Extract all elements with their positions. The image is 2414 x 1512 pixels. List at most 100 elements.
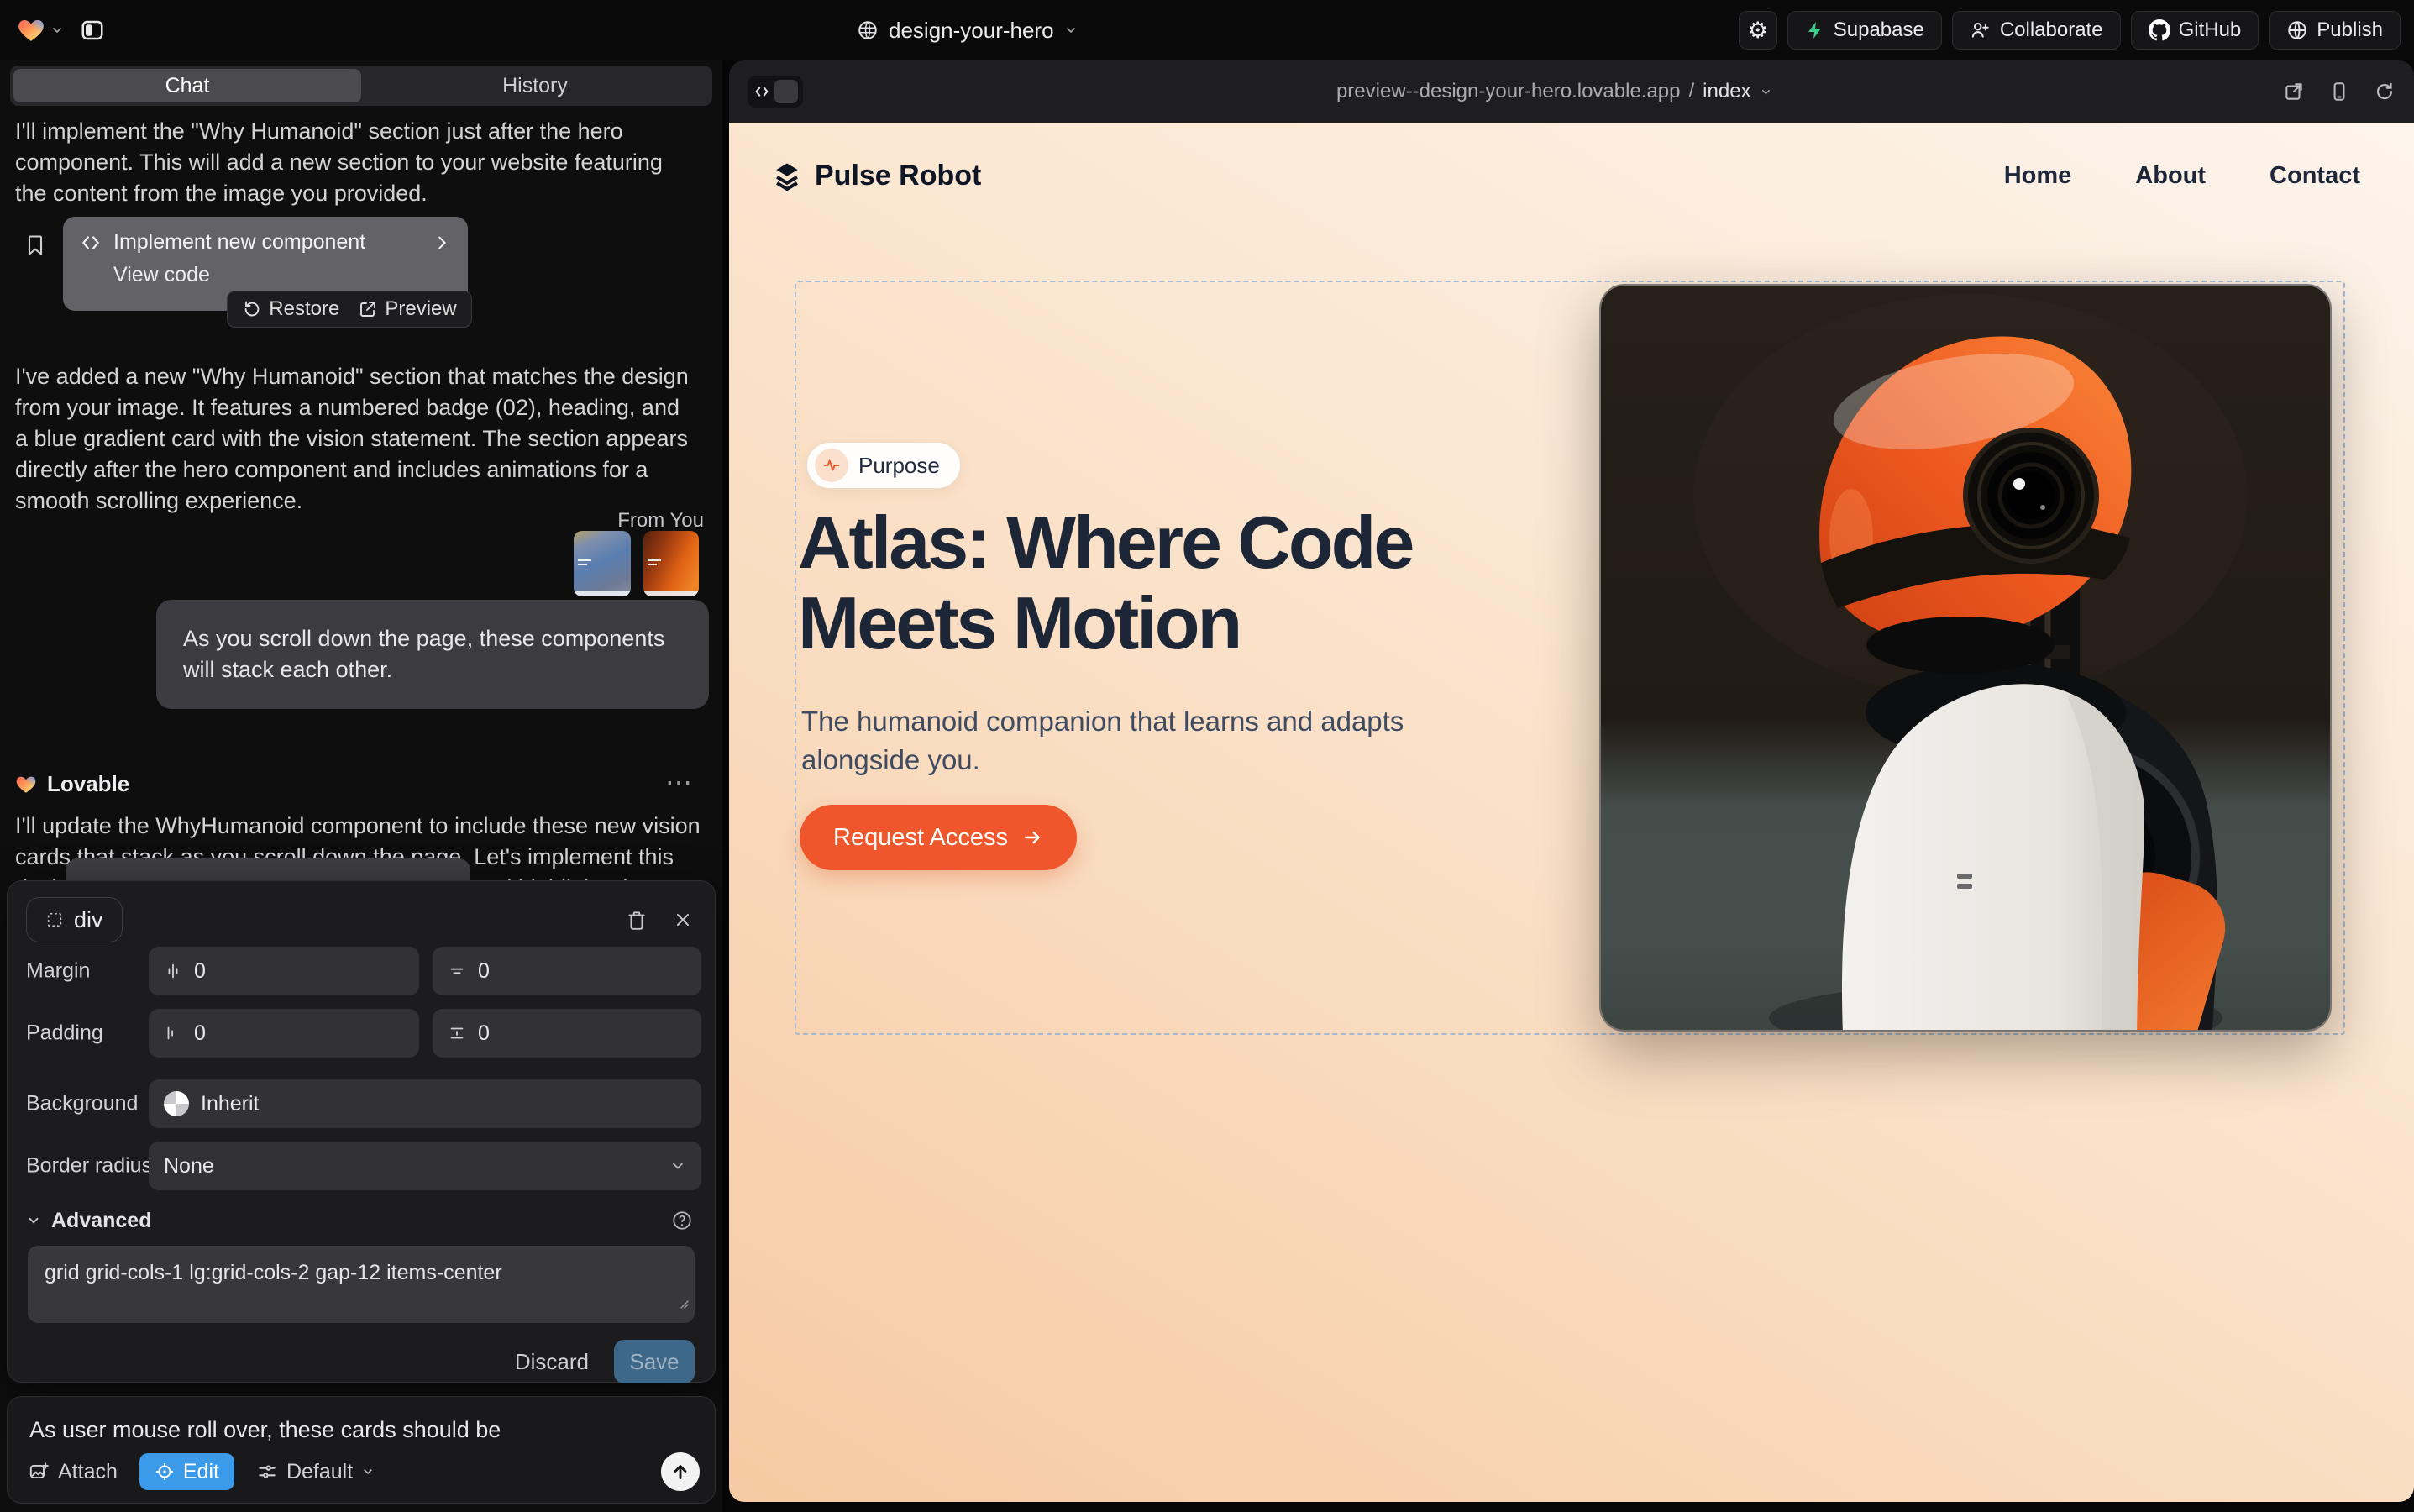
- preview-url: preview--design-your-hero.lovable.app: [1336, 80, 1681, 103]
- project-globe-icon: [857, 19, 879, 41]
- padding-x-icon: [164, 1024, 182, 1042]
- chevron-down-icon: [1760, 86, 1772, 98]
- attach-image-icon: [28, 1461, 50, 1483]
- background-input[interactable]: Inherit: [149, 1079, 701, 1128]
- bookmark-icon[interactable]: [24, 234, 47, 257]
- code-view-toggle[interactable]: [748, 76, 803, 108]
- padding-y-icon: [448, 1024, 466, 1042]
- transparency-swatch-icon: [164, 1091, 189, 1116]
- padding-x-input[interactable]: 0: [149, 1009, 419, 1058]
- lovable-logo-menu[interactable]: [13, 13, 67, 48]
- chevron-down-icon: [361, 1465, 375, 1478]
- preview-button[interactable]: Preview: [358, 297, 456, 321]
- border-radius-label: Border radius: [26, 1154, 152, 1179]
- chat-composer: As user mouse roll over, these cards sho…: [7, 1396, 716, 1504]
- add-user-icon: [1970, 19, 1992, 41]
- hero-robot-image: [1599, 284, 2332, 1032]
- margin-y-input[interactable]: 0: [433, 947, 701, 995]
- gear-icon: ⚙: [1748, 18, 1768, 44]
- help-icon[interactable]: [671, 1210, 693, 1231]
- chevron-right-icon: [433, 234, 451, 252]
- github-button[interactable]: GitHub: [2131, 11, 2259, 50]
- top-bar: design-your-hero ⚙ Supabase Collaborate …: [0, 0, 2414, 60]
- github-icon: [2149, 19, 2170, 41]
- supabase-button[interactable]: Supabase: [1787, 11, 1942, 50]
- panel-left-icon: [80, 18, 105, 43]
- globe-icon: [2286, 19, 2308, 41]
- preview-url-bar[interactable]: preview--design-your-hero.lovable.app / …: [1336, 60, 1772, 123]
- mobile-preview-icon[interactable]: [2328, 81, 2350, 102]
- preview-pane: preview--design-your-hero.lovable.app / …: [729, 60, 2414, 1502]
- save-button[interactable]: Save: [614, 1340, 695, 1383]
- request-access-button[interactable]: Request Access: [800, 805, 1077, 870]
- project-switcher[interactable]: design-your-hero: [857, 0, 1078, 60]
- open-in-new-tab-icon[interactable]: [2283, 81, 2305, 102]
- restore-button[interactable]: Restore: [242, 297, 339, 321]
- chevron-down-icon: [50, 24, 64, 37]
- nav-contact[interactable]: Contact: [2270, 162, 2360, 190]
- tool-call-title: Implement new component: [113, 230, 365, 255]
- tab-chat[interactable]: Chat: [13, 69, 361, 102]
- sliders-icon: [256, 1461, 278, 1483]
- assistant-name: Lovable: [47, 771, 129, 797]
- assistant-header: Lovable: [15, 771, 129, 797]
- user-message-bubble: As you scroll down the page, these compo…: [156, 600, 709, 709]
- message-hover-toolbar: Restore Preview: [227, 291, 472, 328]
- margin-x-icon: [164, 962, 182, 980]
- delete-element-button[interactable]: [626, 909, 648, 931]
- nav-home[interactable]: Home: [2004, 162, 2072, 190]
- project-name: design-your-hero: [889, 18, 1054, 44]
- hero-badge: Purpose: [806, 442, 961, 489]
- chevron-down-icon: [1064, 24, 1078, 37]
- preview-page: index: [1703, 80, 1750, 103]
- nav-about[interactable]: About: [2135, 162, 2206, 190]
- border-radius-select[interactable]: None: [149, 1142, 701, 1190]
- sidebar-toggle-button[interactable]: [74, 12, 111, 49]
- app-window: design-your-hero ⚙ Supabase Collaborate …: [0, 0, 2414, 1512]
- site-nav: Home About Contact: [2004, 162, 2360, 190]
- tab-history[interactable]: History: [361, 69, 709, 102]
- close-icon: [673, 910, 693, 930]
- external-link-icon: [358, 299, 378, 319]
- selected-element-chip[interactable]: div: [26, 897, 123, 942]
- message-menu-button[interactable]: ⋯: [665, 766, 694, 798]
- collaborate-button[interactable]: Collaborate: [1952, 11, 2121, 50]
- attachment-thumbnail[interactable]: [574, 531, 631, 596]
- mode-select[interactable]: Default: [256, 1460, 375, 1484]
- lovable-heart-icon: [17, 16, 45, 45]
- lovable-heart-icon: [15, 774, 37, 795]
- chat-history-tabs: Chat History: [10, 66, 712, 106]
- assistant-message: I've added a new "Why Humanoid" section …: [15, 361, 697, 517]
- view-code-link[interactable]: View code: [113, 263, 451, 287]
- settings-button[interactable]: ⚙: [1739, 11, 1777, 50]
- code-icon: [80, 232, 102, 254]
- close-panel-button[interactable]: [673, 910, 693, 930]
- assistant-message: I'll implement the "Why Humanoid" sectio…: [15, 116, 692, 209]
- attachment-thumbnail[interactable]: [643, 531, 699, 596]
- advanced-section-toggle[interactable]: Advanced: [51, 1209, 151, 1233]
- margin-label: Margin: [26, 959, 90, 984]
- discard-button[interactable]: Discard: [515, 1349, 589, 1375]
- site-logo[interactable]: Pulse Robot: [771, 160, 981, 192]
- attach-button[interactable]: Attach: [28, 1460, 118, 1484]
- classes-textarea[interactable]: grid grid-cols-1 lg:grid-cols-2 gap-12 i…: [28, 1246, 695, 1323]
- code-icon: [753, 82, 771, 101]
- hero-title: Atlas: Where Code Meets Motion: [798, 502, 1688, 664]
- dashed-box-icon: [45, 911, 64, 929]
- chat-panel: Chat History I'll implement the "Why Hum…: [0, 60, 722, 1512]
- chevron-down-icon: [26, 1213, 41, 1228]
- edit-mode-button[interactable]: Edit: [139, 1453, 234, 1490]
- publish-button[interactable]: Publish: [2269, 11, 2401, 50]
- resize-handle-icon[interactable]: [676, 1296, 690, 1310]
- margin-x-input[interactable]: 0: [149, 947, 419, 995]
- site-preview: Pulse Robot Home About Contact Purpose A…: [729, 123, 2414, 1502]
- from-you-label: From You: [617, 509, 704, 533]
- refresh-icon[interactable]: [2374, 81, 2396, 102]
- toggle-knob: [774, 80, 798, 103]
- padding-y-input[interactable]: 0: [433, 1009, 701, 1058]
- element-tag: div: [74, 907, 103, 933]
- send-button[interactable]: [661, 1452, 700, 1491]
- composer-input[interactable]: As user mouse roll over, these cards sho…: [8, 1397, 715, 1443]
- restore-icon: [242, 299, 262, 319]
- hero-subtitle: The humanoid companion that learns and a…: [801, 702, 1473, 780]
